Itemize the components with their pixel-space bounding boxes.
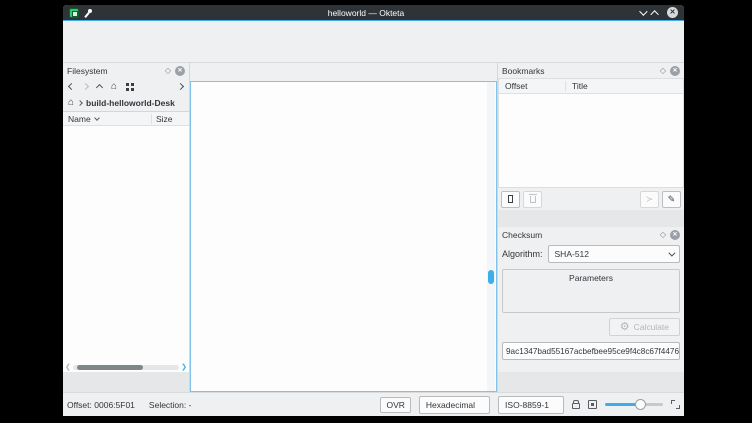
scroll-left-icon[interactable]: ❮ [65, 363, 71, 371]
breadcrumb-separator [77, 100, 83, 106]
maximize-button[interactable] [650, 10, 658, 18]
column-title[interactable]: Title [565, 81, 683, 91]
editor-tabbar [190, 63, 497, 81]
files-hscrollbar[interactable]: ❮ ❯ [63, 362, 189, 372]
hex-editor [190, 63, 497, 392]
forward-icon[interactable] [82, 83, 89, 90]
float-panel-icon[interactable]: ◇ [660, 67, 666, 75]
bookmarks-panel-title: Bookmarks [502, 66, 656, 76]
statusbar: Offset: 0006:5F01 Selection: - OVR Hexad… [63, 392, 684, 416]
desktop-background: helloworld — Okteta ✕ Filesystem ◇ ✕ [0, 0, 752, 423]
delete-bookmark-button[interactable] [523, 191, 542, 208]
back-icon[interactable] [68, 83, 75, 90]
home-icon[interactable]: ⌂ [111, 82, 117, 92]
goto-bookmark-button[interactable]: ≻ [640, 191, 659, 208]
okteta-app-icon [69, 8, 79, 18]
parameters-group: Parameters [502, 269, 680, 313]
titlebar[interactable]: helloworld — Okteta ✕ [63, 5, 684, 21]
vscroll-thumb[interactable] [488, 270, 494, 284]
breadcrumb-folder[interactable]: build-helloworld-Desk [86, 98, 175, 108]
hex-vscrollbar[interactable] [487, 82, 495, 391]
zoom-out-icon[interactable] [588, 400, 597, 409]
bookmarks-toolbar: ≻ ✎ [498, 188, 684, 210]
close-panel-icon[interactable]: ✕ [670, 230, 680, 240]
value-coding-select[interactable]: Hexadecimal [419, 396, 490, 414]
tool-tabs [498, 210, 684, 227]
checksum-result-field[interactable]: 9ac1347bad55167acbefbee95ce9f4c8c67f4476… [502, 342, 680, 360]
hex-view[interactable] [190, 81, 497, 392]
add-bookmark-button[interactable] [501, 191, 520, 208]
hscroll-thumb[interactable] [77, 365, 143, 370]
checksum-panel: Algorithm: SHA-512 Parameters ⚙ Calculat… [498, 242, 684, 392]
tool-bottom-tabs [498, 372, 684, 392]
overwrite-toggle[interactable]: OVR [380, 397, 410, 413]
window-title: helloworld — Okteta [93, 8, 639, 18]
okteta-window: helloworld — Okteta ✕ Filesystem ◇ ✕ [63, 5, 684, 416]
calculate-button[interactable]: ⚙ Calculate [609, 318, 680, 336]
column-offset[interactable]: Offset [499, 81, 565, 91]
close-panel-icon[interactable]: ✕ [670, 66, 680, 76]
view-mode-icon[interactable] [126, 83, 129, 86]
toolbar-overflow-icon[interactable] [177, 83, 184, 90]
menubar [63, 21, 684, 39]
rename-bookmark-button[interactable]: ✎ [662, 191, 681, 208]
zoom-slider[interactable] [605, 399, 663, 410]
float-panel-icon[interactable]: ◇ [660, 231, 666, 239]
zoom-slider-handle[interactable] [635, 399, 646, 410]
filesystem-nav: ⌂ [63, 78, 189, 95]
breadcrumb[interactable]: ⌂ build-helloworld-Desk [63, 95, 189, 111]
float-panel-icon[interactable]: ◇ [165, 67, 171, 75]
char-coding-select[interactable]: ISO-8859-1 [498, 396, 564, 414]
pin-icon [84, 8, 93, 18]
breadcrumb-home-icon[interactable]: ⌂ [68, 98, 74, 108]
bookmarks-table-header: Offset Title [499, 79, 683, 94]
selection-status: Selection: - [149, 400, 192, 410]
close-button[interactable]: ✕ [667, 7, 678, 18]
filesystem-panel-title: Filesystem [67, 66, 161, 76]
bookmarks-table: Offset Title [498, 78, 684, 188]
zoom-fit-icon[interactable] [671, 400, 680, 409]
offset-status: Offset: 0006:5F01 [67, 400, 135, 410]
tool-panels: Bookmarks ◇ ✕ Offset Title ≻ ✎ [497, 63, 684, 392]
lock-icon[interactable] [572, 403, 580, 409]
up-icon[interactable] [96, 84, 103, 91]
toolbar [63, 39, 684, 63]
parameters-label: Parameters [503, 273, 679, 283]
filesystem-panel: Filesystem ◇ ✕ ⌂ ⌂ build-helloworld-D [63, 63, 190, 392]
sidebar-bottom-tabs [63, 372, 189, 392]
column-size[interactable]: Size [151, 114, 189, 124]
gear-icon: ⚙ [620, 322, 630, 332]
chevron-down-icon [668, 249, 675, 256]
column-name[interactable]: Name [63, 114, 151, 124]
close-panel-icon[interactable]: ✕ [175, 66, 185, 76]
trash-icon [530, 196, 536, 203]
file-table: Name Size [63, 111, 189, 362]
bookmark-icon [508, 195, 513, 203]
scroll-right-icon[interactable]: ❯ [181, 363, 187, 371]
algorithm-select[interactable]: SHA-512 [548, 245, 680, 263]
minimize-button[interactable] [639, 7, 647, 15]
sort-descending-icon [94, 115, 100, 121]
checksum-panel-title: Checksum [502, 230, 656, 240]
algorithm-label: Algorithm: [502, 249, 543, 259]
file-table-header: Name Size [63, 112, 189, 126]
